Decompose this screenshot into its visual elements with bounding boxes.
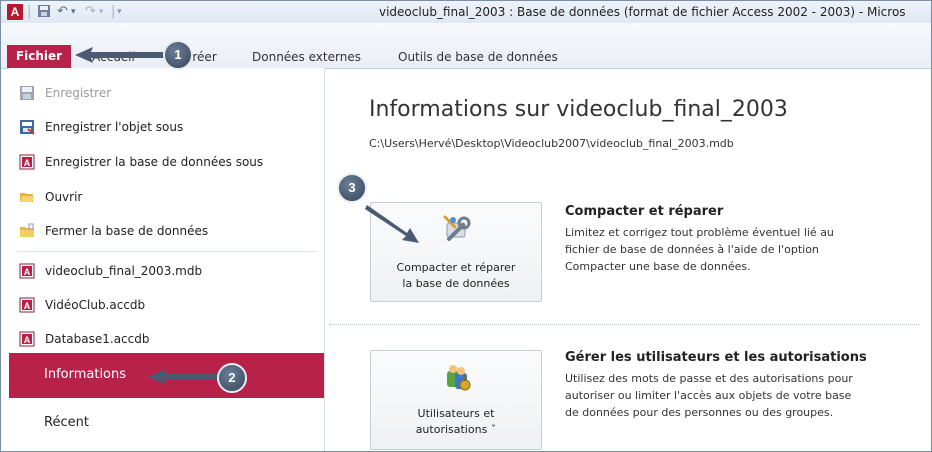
database-file-icon: A — [19, 331, 35, 347]
folder-open-icon — [20, 193, 34, 202]
menu-item-label: Ouvrir — [45, 190, 83, 204]
menu-item-ouvrir[interactable]: Ouvrir — [9, 187, 319, 209]
menu-item-enregistrer[interactable]: Enregistrer — [9, 83, 319, 105]
recent-file-database1-accdb[interactable]: A Database1.accdb — [9, 329, 319, 351]
users-permissions-button[interactable]: Utilisateurs et autorisations ˇ — [370, 350, 542, 450]
folder-close-icon — [20, 223, 34, 237]
recent-file-label: videoclub_final_2003.mdb — [45, 264, 203, 278]
annotation-badge-2: 2 — [217, 363, 247, 393]
menu-item-label: Enregistrer l'objet sous — [45, 120, 184, 134]
recent-file-videoclub-accdb[interactable]: A VidéoClub.accdb — [9, 295, 319, 317]
section-desc-line: Utilisez des mots de passe et des autori… — [565, 372, 853, 385]
annotation-badge-3: 3 — [337, 173, 367, 203]
database-file-icon: A — [19, 263, 35, 279]
section-desc-line: autoriser ou limiter l'accès aux objets … — [565, 389, 852, 402]
tab-donnees-externes[interactable]: Données externes — [252, 50, 361, 64]
section-divider — [329, 324, 919, 325]
page-title: Informations sur videoclub_final_2003 — [369, 97, 788, 122]
recent-file-label: VidéoClub.accdb — [45, 298, 146, 312]
menu-divider — [17, 251, 317, 252]
svg-text:A: A — [24, 335, 31, 345]
svg-text:A: A — [24, 267, 31, 277]
quick-access-separator: | — [27, 4, 32, 19]
menu-item-fermer-base[interactable]: Fermer la base de données — [9, 221, 319, 243]
window-title: videoclub_final_2003 : Base de données (… — [379, 5, 906, 19]
redo-icon[interactable]: ↷ — [85, 4, 96, 19]
button-label-line: la base de données — [402, 277, 510, 290]
users-permissions-icon — [447, 365, 471, 391]
tab-fichier[interactable]: Fichier — [7, 45, 71, 68]
button-label-line: Utilisateurs et — [417, 407, 495, 420]
tab-outils-base-de-donnees[interactable]: Outils de base de données — [398, 50, 558, 64]
section-desc-line: fichier de base de données à l'aide de l… — [565, 243, 819, 256]
section-title-compact: Compacter et réparer — [565, 204, 724, 219]
svg-text:A: A — [24, 158, 31, 168]
compact-repair-icon — [443, 215, 471, 241]
recent-file-label: Database1.accdb — [45, 332, 150, 346]
customize-dropdown-icon[interactable]: ▾ — [117, 7, 122, 17]
file-path: C:\Users\Hervé\Desktop\Videoclub2007\vid… — [369, 137, 734, 150]
save-icon — [20, 86, 34, 100]
pane-divider — [324, 68, 325, 451]
section-desc-line: de données pour des personnes ou des gro… — [565, 406, 834, 419]
database-file-icon: A — [19, 297, 35, 313]
save-icon[interactable] — [37, 4, 51, 22]
annotation-badge-1: 1 — [163, 40, 193, 70]
menu-item-enregistrer-objet-sous[interactable]: Enregistrer l'objet sous — [9, 117, 319, 139]
menu-item-label: Fermer la base de données — [45, 224, 209, 238]
access-app-icon[interactable]: A — [7, 4, 23, 20]
svg-text:A: A — [24, 301, 31, 311]
annotation-arrow-3 — [365, 205, 419, 243]
menu-item-label: Enregistrer — [45, 86, 112, 100]
button-label-line: Compacter et réparer — [396, 261, 516, 274]
annotation-arrow-2 — [148, 369, 220, 385]
menu-item-recent[interactable]: Récent — [44, 415, 89, 430]
undo-dropdown-icon[interactable]: ▾ — [71, 7, 76, 17]
section-desc-line: Compacter une base de données. — [565, 260, 751, 273]
recent-file-videoclub-final-2003[interactable]: A videoclub_final_2003.mdb — [9, 261, 319, 283]
section-desc-line: Limitez et corrigez tout problème éventu… — [565, 226, 834, 239]
menu-item-label: Enregistrer la base de données sous — [45, 155, 264, 169]
menu-item-label: Informations — [44, 367, 127, 382]
menu-item-enregistrer-base-sous[interactable]: A Enregistrer la base de données sous — [9, 152, 319, 174]
access-window: A | ↶ ▾ ↷ ▾ | ▾ videoclub_final_2003 : B… — [0, 0, 932, 452]
title-bar: A | ↶ ▾ ↷ ▾ | ▾ videoclub_final_2003 : B… — [1, 1, 931, 23]
selected-notch — [324, 365, 334, 385]
annotation-arrow-1 — [75, 47, 167, 63]
save-database-icon: A — [19, 154, 35, 170]
section-title-users: Gérer les utilisateurs et les autorisati… — [565, 350, 867, 365]
customize-qat-icon[interactable]: | — [111, 4, 115, 19]
save-object-icon — [20, 120, 35, 135]
button-label-line: autorisations ˇ — [415, 423, 497, 436]
undo-icon[interactable]: ↶ — [57, 4, 68, 19]
redo-dropdown-icon[interactable]: ▾ — [99, 7, 104, 17]
